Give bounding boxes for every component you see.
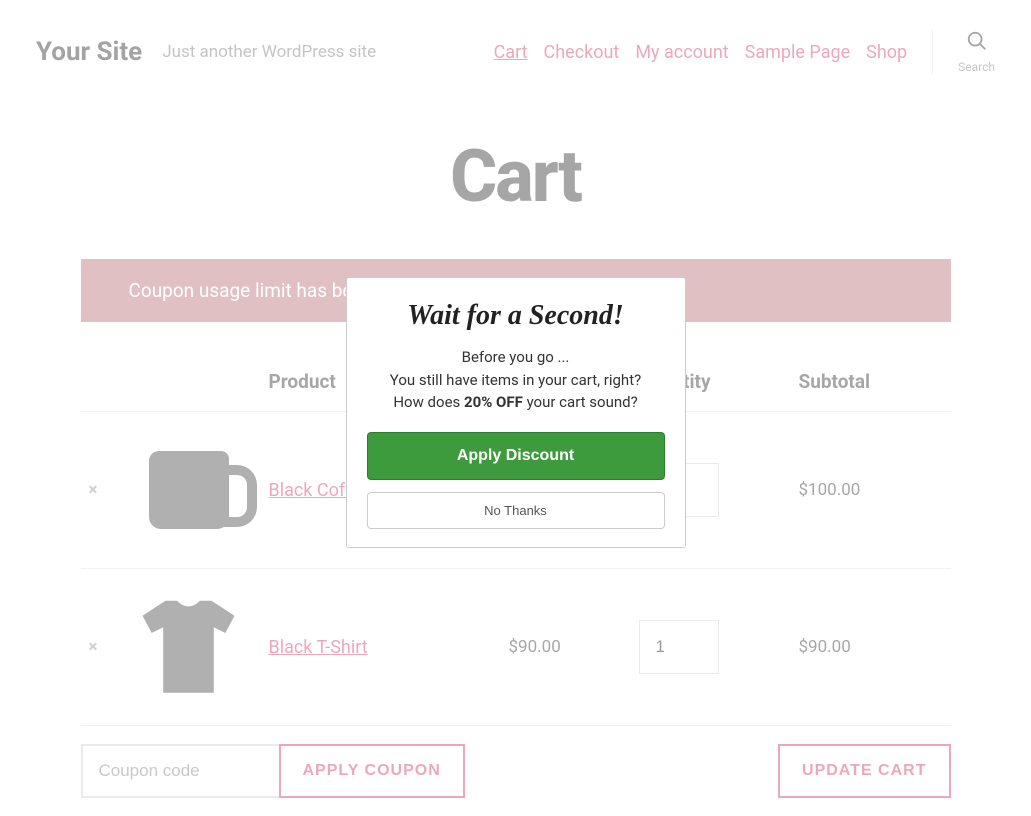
exit-intent-modal: Wait for a Second! Before you go ... You… <box>346 277 686 548</box>
modal-title: Wait for a Second! <box>367 300 665 332</box>
apply-discount-button[interactable]: Apply Discount <box>367 432 665 480</box>
no-thanks-button[interactable]: No Thanks <box>367 492 665 529</box>
modal-body: Before you go ... You still have items i… <box>367 346 665 414</box>
